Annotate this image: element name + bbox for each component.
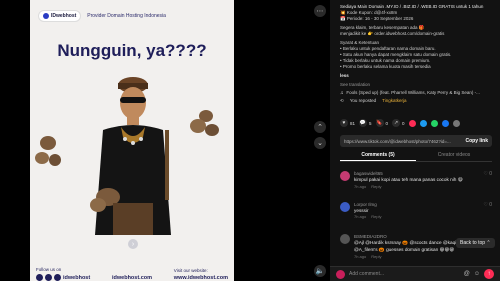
desc-how-2: menjadikit ke 👉 order.idwebhost.com/doma…: [340, 31, 445, 36]
engagement-stats: ♥ 81 💬 5 🔖 0 ↗ 0: [340, 119, 492, 127]
reply-button[interactable]: Reply: [371, 254, 381, 259]
bookmark-icon: 🔖: [375, 119, 384, 127]
tiktok-icon: [54, 274, 61, 281]
avatar[interactable]: [340, 171, 350, 181]
see-translation-link[interactable]: See translation: [340, 82, 492, 88]
repost-icon: ⟲: [340, 98, 344, 103]
heart-icon: ♥: [340, 119, 348, 127]
reposted-label: You reposted: [349, 98, 377, 103]
whatsapp-share-icon[interactable]: [430, 119, 438, 127]
comment-username[interactable]: bagaswidelt65: [354, 171, 484, 176]
save-count: 0: [385, 120, 389, 126]
post-link-bar: https://www.tiktok.com/@idwebhost/photo/…: [340, 135, 492, 147]
share-count: 0: [402, 120, 405, 126]
comment-username[interactable]: Lorpor Ilmg: [354, 202, 484, 207]
previous-post-icon[interactable]: ⌃: [314, 121, 326, 133]
comment-text: kimpul pakai kopi atau teh mana panas co…: [354, 177, 463, 182]
slide-next-icon[interactable]: ›: [128, 239, 138, 249]
post-url[interactable]: https://www.tiktok.com/@idwebhost/photo/…: [344, 139, 451, 144]
desc-line-3: 📅 Periode: 16 - 30 September 2026: [340, 16, 414, 21]
add-comment-input[interactable]: Add comment...: [349, 271, 460, 277]
reply-button[interactable]: Reply: [371, 184, 381, 189]
add-comment-bar: Add comment... @ ☺ ↑: [330, 266, 500, 281]
comment-meta: 7h ago Reply: [354, 184, 484, 189]
back-to-top-button[interactable]: Back to top ⌃: [456, 238, 495, 248]
visit-block: Visit our website: www.idwebhost.com: [174, 268, 228, 281]
comment-like-count: 0: [489, 171, 492, 177]
follow-handle: idwebhost: [63, 274, 91, 281]
terms-item: • Promo berlaku selama kuota masih terse…: [340, 64, 431, 69]
music-row[interactable]: ♫ Fools (Sped up) (feat. Pharrell Willia…: [340, 90, 492, 96]
share-count-button[interactable]: ↗ 0: [392, 119, 405, 127]
panel-tabs: Comments (5) Creator videos: [340, 150, 492, 162]
comment-item: Lorpor Ilmg yesssir 7h ago Reply ♡ 0: [340, 202, 492, 219]
like-count: 81: [350, 120, 356, 126]
less-toggle[interactable]: less: [340, 73, 492, 79]
tab-creator-videos[interactable]: Creator videos: [416, 150, 492, 161]
next-post-icon[interactable]: ⌄: [314, 137, 326, 149]
avatar[interactable]: [340, 234, 350, 244]
music-note-icon: ♫: [340, 90, 344, 95]
left-gutter: [0, 0, 30, 281]
photo-post-card[interactable]: IDwebhost Provider Domain Hosting Indone…: [30, 0, 234, 281]
tiktok-photo-viewer: IDwebhost Provider Domain Hosting Indone…: [0, 0, 500, 281]
repost-share-icon[interactable]: [408, 119, 416, 127]
social-icons: idwebhost: [36, 274, 90, 281]
reply-button[interactable]: Reply: [371, 214, 381, 219]
follow-label: Follow us on: [36, 267, 62, 272]
comment-body: bagaswidelt65 kimpul pakai kopi atau teh…: [354, 171, 484, 189]
comment-count: 5: [369, 120, 372, 126]
comment-meta: 7h ago Reply: [354, 254, 484, 259]
media-controls-column: ⋯ ⌃ ⌄ 🔈: [234, 0, 330, 281]
repost-row: ⟲ You reposted Tingkatkerja: [340, 98, 492, 104]
comment-like-button[interactable]: ♡ 0: [483, 202, 492, 208]
my-avatar: [336, 269, 345, 279]
instagram-icon: [45, 274, 52, 281]
comment-time: 7h ago: [354, 254, 367, 259]
comment-item: bagaswidelt65 kimpul pakai kopi atau teh…: [340, 171, 492, 189]
share-icon: ↗: [392, 119, 401, 127]
emoji-icon[interactable]: ☺: [474, 271, 480, 277]
comment-time: 7h ago: [354, 214, 367, 219]
more-share-icon[interactable]: [452, 119, 460, 127]
facebook-icon: [36, 274, 43, 281]
comment-time: 7h ago: [354, 184, 367, 189]
visit-url: www.idwebhost.com: [173, 275, 228, 281]
comment-like-button[interactable]: ♡ 0: [483, 171, 492, 177]
more-options-icon[interactable]: ⋯: [314, 5, 326, 17]
comment-like-count: 0: [489, 202, 492, 208]
comment-icon: 💬: [359, 119, 368, 127]
send-icon[interactable]: ↑: [484, 269, 494, 279]
visit-label: Visit our website:: [173, 268, 208, 273]
copy-link-button[interactable]: Copy link: [465, 138, 488, 144]
comment-body: Lorpor Ilmg yesssir 7h ago Reply: [354, 202, 484, 219]
avatar[interactable]: [340, 202, 350, 212]
comment-text: yesssir: [354, 208, 369, 213]
left-tubers-illustration: [35, 136, 61, 166]
volume-icon[interactable]: 🔈: [314, 265, 326, 277]
tag-link[interactable]: Tingkatkerja: [382, 98, 406, 104]
like-button[interactable]: ♥ 81: [340, 119, 355, 127]
music-title: Fools (Sped up) (feat. Pharrell Williams…: [346, 90, 480, 95]
post-footer: Follow us on idwebhost idwebhost.com Vis…: [30, 259, 234, 281]
tab-comments[interactable]: Comments (5): [340, 150, 416, 161]
person-photo: [90, 77, 171, 235]
right-tubers-illustration: [190, 110, 219, 136]
embed-share-icon[interactable]: [419, 119, 427, 127]
post-description: Sediaya Main Domain .MY.ID / .BIZ.ID / .…: [340, 4, 492, 104]
follow-block: Follow us on idwebhost: [36, 267, 90, 281]
site-label: idwebhost.com: [111, 275, 153, 281]
facebook-share-icon[interactable]: [441, 119, 449, 127]
mention-icon[interactable]: @: [464, 271, 470, 277]
save-button[interactable]: 🔖 0: [375, 119, 389, 127]
comment-meta: 7h ago Reply: [354, 214, 484, 219]
comment-button[interactable]: 💬 5: [359, 119, 372, 127]
